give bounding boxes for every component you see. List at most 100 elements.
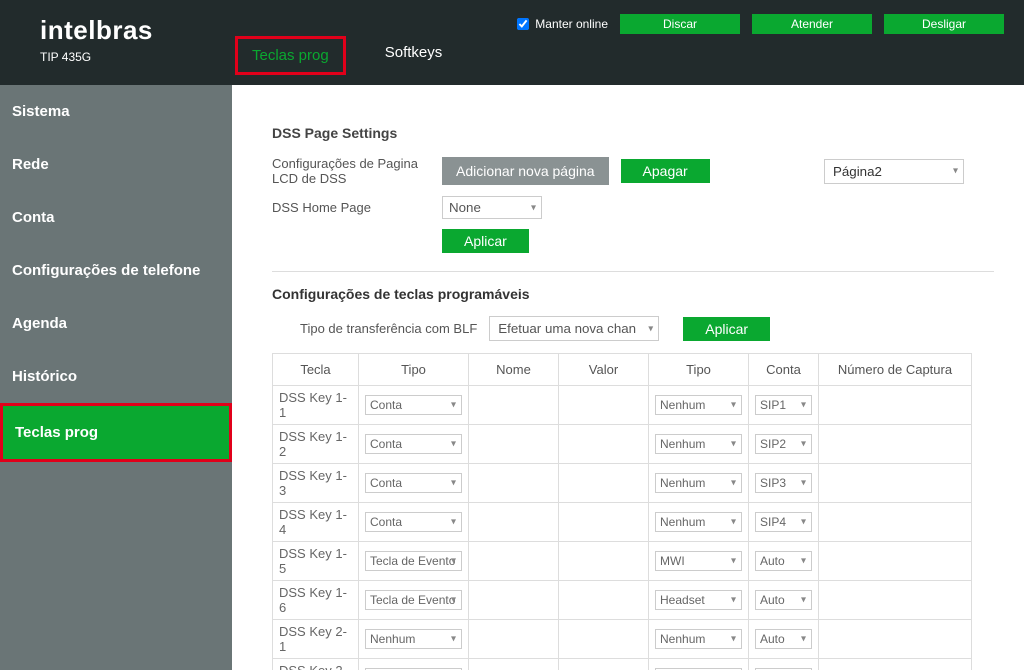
cell-type1-select[interactable]: Conta	[365, 395, 462, 415]
dss-title: DSS Page Settings	[272, 125, 994, 141]
cell-name-input[interactable]	[475, 552, 552, 570]
hangup-button[interactable]: Desligar	[884, 14, 1004, 34]
cell-type2-select[interactable]: Nenhum	[655, 395, 742, 415]
dss-apply-button[interactable]: Aplicar	[442, 229, 529, 253]
table-row: DSS Key 1-3 Conta Nenhum SIP3	[273, 464, 972, 503]
sidebar-item-history[interactable]: Histórico	[0, 350, 232, 403]
cell-type1-select[interactable]: Conta	[365, 512, 462, 532]
cell-type1-select[interactable]: Conta	[365, 473, 462, 493]
cell-value-input[interactable]	[565, 591, 642, 609]
keys-title: Configurações de teclas programáveis	[272, 286, 994, 302]
cell-capture-input[interactable]	[825, 630, 965, 648]
cell-type2-select[interactable]: MWI	[655, 551, 742, 571]
cell-value-input[interactable]	[565, 396, 642, 414]
dss-home-label: DSS Home Page	[272, 200, 442, 215]
keep-online-checkbox[interactable]	[517, 18, 529, 30]
cell-capture-input[interactable]	[825, 591, 965, 609]
cell-account-select[interactable]: SIP4	[755, 512, 812, 532]
col-type1: Tipo	[359, 354, 469, 386]
col-account: Conta	[749, 354, 819, 386]
keys-table: Tecla Tipo Nome Valor Tipo Conta Número …	[272, 353, 972, 670]
top-controls: Manter online Discar Atender Desligar	[517, 14, 1004, 34]
cell-capture-input[interactable]	[825, 435, 965, 453]
sidebar-item-phone[interactable]: Configurações de telefone	[0, 244, 232, 297]
cell-account-select[interactable]: SIP1	[755, 395, 812, 415]
col-type2: Tipo	[649, 354, 749, 386]
cell-capture-input[interactable]	[825, 513, 965, 531]
delete-page-button[interactable]: Apagar	[621, 159, 710, 183]
cell-type1-select[interactable]: Tecla de Evento	[365, 590, 462, 610]
dial-button[interactable]: Discar	[620, 14, 740, 34]
tab-bar: Teclas prog Softkeys	[235, 36, 456, 75]
cell-value-input[interactable]	[565, 630, 642, 648]
sidebar-item-prog-keys[interactable]: Teclas prog	[0, 403, 232, 462]
cell-key: DSS Key 1-6	[273, 581, 359, 620]
cell-name-input[interactable]	[475, 474, 552, 492]
logo-area: intelbras TIP 435G	[40, 15, 153, 64]
tab-prog-keys[interactable]: Teclas prog	[235, 36, 346, 75]
cell-type2-select[interactable]: Nenhum	[655, 473, 742, 493]
table-header-row: Tecla Tipo Nome Valor Tipo Conta Número …	[273, 354, 972, 386]
cell-type2-select[interactable]: Headset	[655, 590, 742, 610]
sidebar-item-agenda[interactable]: Agenda	[0, 297, 232, 350]
cell-key: DSS Key 1-5	[273, 542, 359, 581]
keep-online-label: Manter online	[535, 17, 608, 31]
table-row: DSS Key 2-2NenhumNenhumAuto	[273, 659, 972, 670]
cell-name-input[interactable]	[475, 591, 552, 609]
cell-type1-select[interactable]: Conta	[365, 434, 462, 454]
table-row: DSS Key 1-1 Conta Nenhum SIP1	[273, 386, 972, 425]
table-row: DSS Key 1-4ContaNenhumSIP4	[273, 503, 972, 542]
divider	[272, 271, 994, 272]
col-key: Tecla	[273, 354, 359, 386]
cell-account-select[interactable]: Auto	[755, 590, 812, 610]
col-value: Valor	[559, 354, 649, 386]
cell-key: DSS Key 2-1	[273, 620, 359, 659]
cell-value-input[interactable]	[565, 513, 642, 531]
cell-account-select[interactable]: Auto	[755, 629, 812, 649]
cell-key: DSS Key 1-1	[273, 386, 359, 425]
sidebar: Sistema Rede Conta Configurações de tele…	[0, 85, 232, 670]
cell-capture-input[interactable]	[825, 396, 965, 414]
cell-account-select[interactable]: SIP3	[755, 473, 812, 493]
cell-value-input[interactable]	[565, 552, 642, 570]
cell-capture-input[interactable]	[825, 552, 965, 570]
cell-type2-select[interactable]: Nenhum	[655, 434, 742, 454]
dss-lcd-label: Configurações de Pagina LCD de DSS	[272, 156, 442, 186]
cell-name-input[interactable]	[475, 513, 552, 531]
col-name: Nome	[469, 354, 559, 386]
sidebar-item-system[interactable]: Sistema	[0, 85, 232, 138]
cell-key: DSS Key 1-2	[273, 425, 359, 464]
brand-logo: intelbras	[40, 15, 153, 46]
keep-online[interactable]: Manter online	[517, 17, 608, 31]
sidebar-item-network[interactable]: Rede	[0, 138, 232, 191]
cell-type2-select[interactable]: Nenhum	[655, 629, 742, 649]
cell-value-input[interactable]	[565, 435, 642, 453]
dss-page-select[interactable]: Página2	[824, 159, 964, 184]
cell-account-select[interactable]: Auto	[755, 551, 812, 571]
content: DSS Page Settings Configurações de Pagin…	[232, 85, 1024, 670]
cell-type1-select[interactable]: Nenhum	[365, 629, 462, 649]
cell-key: DSS Key 2-2	[273, 659, 359, 670]
keys-apply-button[interactable]: Aplicar	[683, 317, 770, 341]
top-bar: intelbras TIP 435G Manter online Discar …	[0, 0, 1024, 85]
cell-account-select[interactable]: SIP2	[755, 434, 812, 454]
answer-button[interactable]: Atender	[752, 14, 872, 34]
cell-key: DSS Key 1-3	[273, 464, 359, 503]
col-capture: Número de Captura	[819, 354, 972, 386]
table-row: DSS Key 1-6 Tecla de Evento Headset Auto	[273, 581, 972, 620]
tab-softkeys[interactable]: Softkeys	[371, 36, 457, 75]
cell-type1-select[interactable]: Tecla de Evento	[365, 551, 462, 571]
table-row: DSS Key 1-2 Conta Nenhum SIP2	[273, 425, 972, 464]
sidebar-item-account[interactable]: Conta	[0, 191, 232, 244]
cell-type2-select[interactable]: Nenhum	[655, 512, 742, 532]
cell-capture-input[interactable]	[825, 474, 965, 492]
blf-label: Tipo de transferência com BLF	[300, 321, 477, 336]
cell-name-input[interactable]	[475, 396, 552, 414]
model-label: TIP 435G	[40, 50, 153, 64]
dss-home-select[interactable]: None	[442, 196, 542, 219]
blf-select[interactable]: Efetuar uma nova chan	[489, 316, 659, 341]
cell-value-input[interactable]	[565, 474, 642, 492]
cell-name-input[interactable]	[475, 630, 552, 648]
cell-name-input[interactable]	[475, 435, 552, 453]
add-page-button[interactable]: Adicionar nova página	[442, 157, 609, 185]
